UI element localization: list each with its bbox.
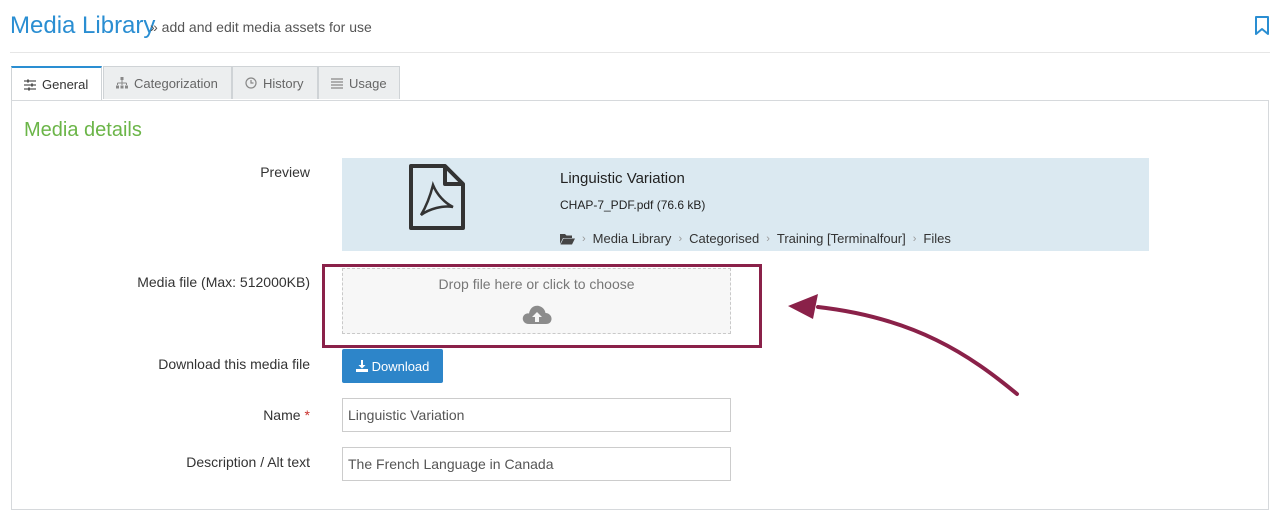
tab-history[interactable]: History — [232, 66, 318, 99]
dropzone-text: Drop file here or click to choose — [438, 276, 635, 292]
breadcrumb: › Media Library › Categorised › Training… — [560, 231, 951, 246]
preview-file-info: CHAP-7_PDF.pdf (76.6 kB) — [560, 198, 706, 212]
file-dropzone[interactable]: Drop file here or click to choose — [342, 268, 731, 334]
tab-categorization-label: Categorization — [134, 75, 218, 91]
download-icon — [355, 360, 368, 372]
tab-general-label: General — [42, 77, 89, 92]
sitemap-icon — [116, 77, 128, 89]
tab-history-label: History — [263, 75, 304, 91]
tab-usage-label: Usage — [349, 75, 387, 91]
media-details-panel: Media details Preview Linguistic Variati… — [11, 100, 1269, 510]
breadcrumb-item[interactable]: Categorised — [689, 231, 759, 246]
preview-name: Linguistic Variation — [560, 170, 685, 187]
breadcrumb-item[interactable]: Training [Terminalfour] — [777, 231, 906, 246]
name-label-text: Name — [263, 407, 301, 423]
section-title: Media details — [24, 119, 142, 141]
pdf-file-icon — [409, 164, 465, 230]
tab-general[interactable]: General — [11, 66, 102, 101]
page-subtitle: » add and edit media assets for use — [150, 19, 372, 35]
name-input[interactable] — [342, 398, 731, 432]
bookmark-icon[interactable] — [1254, 16, 1270, 36]
breadcrumb-separator: › — [582, 232, 586, 245]
preview-label: Preview — [260, 164, 310, 180]
cloud-upload-icon — [522, 305, 552, 324]
download-button-label: Download — [371, 358, 430, 374]
breadcrumb-separator: › — [678, 232, 683, 245]
media-file-label: Media file (Max: 512000KB) — [137, 274, 310, 290]
breadcrumb-separator: › — [766, 232, 770, 245]
sliders-icon — [24, 79, 36, 90]
breadcrumb-item[interactable]: Media Library — [593, 231, 672, 246]
page-title: Media Library — [10, 12, 156, 39]
download-label: Download this media file — [158, 356, 310, 372]
preview-box: Linguistic Variation CHAP-7_PDF.pdf (76.… — [342, 158, 1149, 251]
download-button[interactable]: Download — [342, 349, 443, 383]
name-label: Name * — [263, 407, 310, 423]
breadcrumb-separator: › — [912, 232, 917, 245]
annotation-arrow — [788, 294, 1019, 396]
folder-open-icon — [560, 233, 575, 244]
required-marker: * — [304, 407, 310, 423]
breadcrumb-item[interactable]: Files — [923, 231, 950, 246]
description-input[interactable] — [342, 447, 731, 481]
page-header: Media Library » add and edit media asset… — [10, 10, 1270, 53]
tab-usage[interactable]: Usage — [318, 66, 400, 99]
clock-icon — [245, 77, 257, 89]
tab-categorization[interactable]: Categorization — [103, 66, 232, 99]
list-icon — [331, 78, 343, 89]
description-label: Description / Alt text — [186, 454, 310, 470]
